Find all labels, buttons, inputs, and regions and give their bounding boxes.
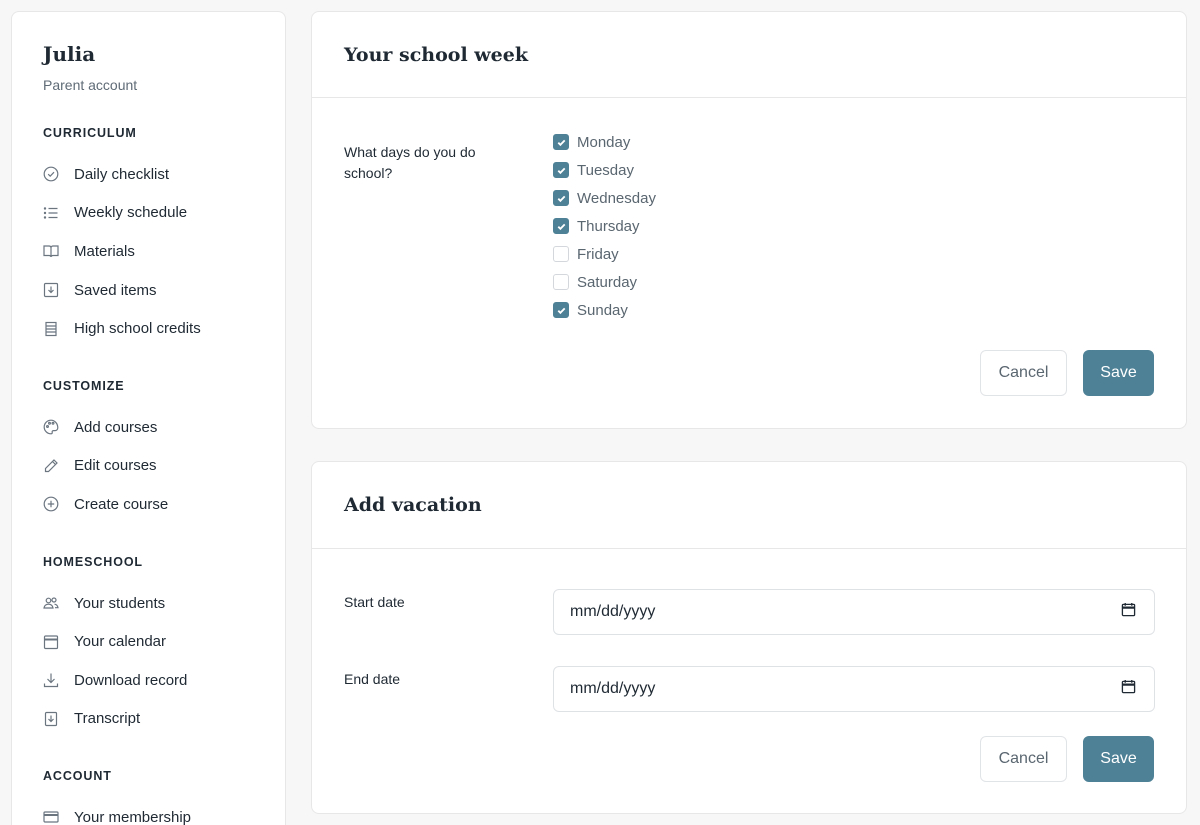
download-icon [43,672,59,688]
sidebar-item-label: Your students [74,594,166,612]
checkbox[interactable] [553,274,569,290]
school-week-title: Your school week [344,44,528,66]
users-icon [43,595,59,611]
sidebar-item-label: Daily checklist [74,165,170,183]
day-checkbox-wednesday[interactable]: Wednesday [553,188,656,208]
start-date-value: mm/dd/yyyy [570,603,656,620]
day-checkbox-monday[interactable]: Monday [553,132,630,152]
sidebar-item-add-courses[interactable]: Add courses [43,408,285,447]
day-label: Wednesday [577,189,656,207]
start-date-input[interactable]: mm/dd/yyyy [553,589,1155,635]
book-icon [43,243,59,259]
checkbox[interactable] [553,134,569,150]
sidebar-item-label: Edit courses [74,457,157,475]
sidebar: Julia Parent account CURRICULUM Daily ch… [11,11,286,825]
sidebar-item-label: Create course [74,495,169,513]
section-heading-curriculum: CURRICULUM [43,126,137,140]
checkbox[interactable] [553,246,569,262]
sidebar-item-edit-courses[interactable]: Edit courses [43,447,285,486]
day-label: Friday [577,245,619,263]
sidebar-item-transcript[interactable]: Transcript [43,700,285,739]
day-label: Saturday [577,273,638,291]
sidebar-item-label: Saved items [74,281,157,299]
sidebar-item-label: Your calendar [74,633,167,651]
checkbox[interactable] [553,302,569,318]
day-checkbox-sunday[interactable]: Sunday [553,300,628,320]
palette-icon [43,419,59,435]
day-label: Monday [577,133,631,151]
sidebar-item-label: Transcript [74,710,141,728]
sidebar-item-your-membership[interactable]: Your membership [43,798,285,825]
sidebar-item-download-record[interactable]: Download record [43,661,285,700]
save-button[interactable]: Save [1083,736,1154,782]
document-download-icon [43,711,59,727]
ledger-icon [43,321,59,337]
sidebar-item-label: High school credits [74,320,201,338]
sidebar-item-label: Weekly schedule [74,204,188,222]
section-heading-customize: CUSTOMIZE [43,378,125,393]
end-date-input[interactable]: mm/dd/yyyy [553,666,1155,712]
day-label: Tuesday [577,161,634,179]
sidebar-item-saved-items[interactable]: Saved items [43,271,285,310]
sidebar-item-materials[interactable]: Materials [43,232,285,271]
sidebar-item-label: Add courses [74,418,158,436]
account-type: Parent account [43,77,138,93]
save-icon [43,282,59,298]
start-date-label: Start date [344,594,405,610]
checkbox[interactable] [553,218,569,234]
sidebar-item-weekly-schedule[interactable]: Weekly schedule [43,194,285,233]
sidebar-item-your-calendar[interactable]: Your calendar [43,622,285,661]
save-button[interactable]: Save [1083,350,1154,396]
plus-circle-icon [43,496,59,512]
end-date-label: End date [344,671,401,687]
section-heading-account: ACCOUNT [43,769,112,784]
day-checkbox-thursday[interactable]: Thursday [553,216,640,236]
day-checkbox-saturday[interactable]: Saturday [553,272,637,292]
sidebar-item-label: Your membership [74,808,192,825]
checkbox[interactable] [553,190,569,206]
day-checkbox-tuesday[interactable]: Tuesday [553,160,634,180]
sidebar-item-label: Materials [74,242,135,260]
calendar-icon[interactable] [1121,679,1136,699]
sidebar-item-your-students[interactable]: Your students [43,584,285,623]
checkbox[interactable] [553,162,569,178]
sidebar-item-high-school-credits[interactable]: High school credits [43,309,285,348]
end-date-value: mm/dd/yyyy [570,680,656,697]
cancel-button[interactable]: Cancel [980,736,1067,782]
school-days-question: What days do you do school? [344,144,476,181]
sidebar-item-daily-checklist[interactable]: Daily checklist [43,155,285,194]
divider [312,97,1186,98]
section-heading-homeschool: HOMESCHOOL [43,554,143,569]
add-vacation-title: Add vacation [344,494,482,516]
day-label: Sunday [577,301,628,319]
divider [312,548,1186,549]
calendar-icon [43,634,59,650]
list-icon [43,205,59,221]
card-icon [43,809,59,825]
check-circle-icon [43,166,59,182]
day-label: Thursday [577,217,640,235]
pencil-icon [43,458,59,474]
school-week-card: Your school week What days do you do sch… [311,11,1187,429]
cancel-button[interactable]: Cancel [980,350,1067,396]
day-checkbox-friday[interactable]: Friday [553,244,619,264]
add-vacation-card: Add vacation Start date mm/dd/yyyy End d… [311,461,1187,814]
user-name: Julia [43,42,96,66]
calendar-icon[interactable] [1121,602,1136,622]
sidebar-item-label: Download record [74,671,188,689]
sidebar-item-create-course[interactable]: Create course [43,485,285,524]
